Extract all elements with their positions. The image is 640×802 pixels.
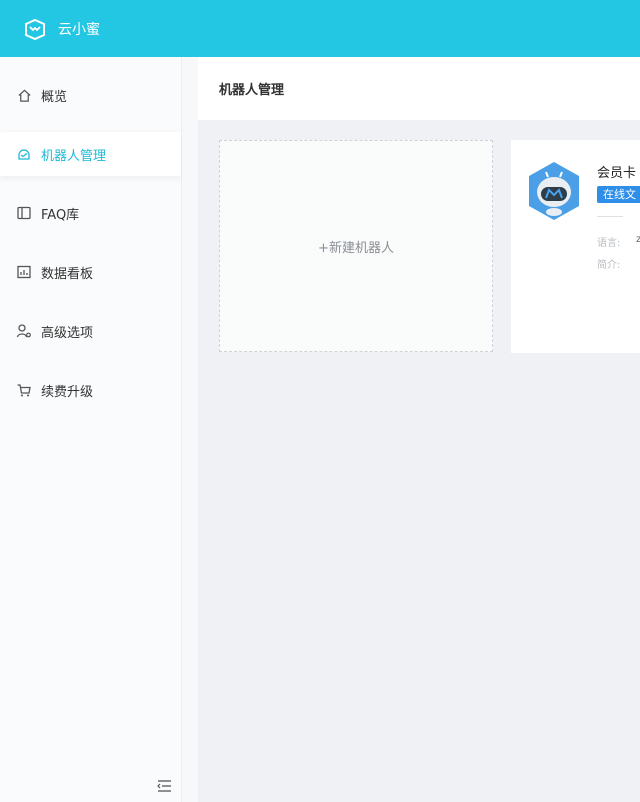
page-header: 机器人管理	[198, 57, 640, 120]
page-title: 机器人管理	[219, 83, 285, 98]
language-label: 语言:	[597, 238, 621, 249]
top-bar: 云小蜜	[0, 0, 640, 57]
robot-avatar-icon	[529, 162, 579, 220]
sidebar-item-dashboard[interactable]: 数据看板	[0, 250, 181, 294]
sidebar-item-label: 续费升级	[41, 384, 94, 400]
sidebar-item-renew-upgrade[interactable]: 续费升级	[0, 368, 181, 412]
sidebar-item-advanced-options[interactable]: 高级选项	[0, 309, 181, 353]
sidebar-item-robot-management[interactable]: 机器人管理	[0, 132, 181, 176]
sidebar-item-label: 数据看板	[41, 266, 94, 282]
sidebar-item-label: 机器人管理	[41, 148, 107, 164]
cart-icon	[16, 382, 32, 398]
robot-icon	[16, 146, 32, 162]
robot-type-badge: 在线文	[597, 186, 640, 203]
dashboard-icon	[16, 264, 32, 280]
book-icon	[16, 205, 32, 221]
new-robot-card[interactable]: +新建机器人	[219, 140, 493, 352]
language-value: z	[636, 234, 640, 245]
sidebar-item-label: FAQ库	[41, 207, 80, 223]
brand-logo-icon[interactable]	[22, 16, 48, 42]
sidebar-item-label: 高级选项	[41, 325, 94, 341]
new-robot-label: +新建机器人	[318, 240, 394, 256]
sidebar-item-label: 概览	[41, 89, 68, 105]
robot-card[interactable]: 会员卡 在线文 语言: z 简介:	[511, 140, 640, 353]
divider	[597, 216, 623, 217]
robot-name: 会员卡	[597, 166, 637, 181]
sidebar-item-overview[interactable]: 概览	[0, 73, 181, 117]
content-gutter	[182, 57, 198, 802]
description-label: 简介:	[597, 260, 621, 271]
collapse-menu-icon[interactable]	[155, 778, 173, 794]
brand-name: 云小蜜	[58, 21, 100, 38]
home-icon	[16, 87, 32, 103]
advanced-options-icon	[16, 323, 32, 339]
sidebar: 概览 机器人管理 FAQ库 数据看板 高级选项 续费升级	[0, 57, 182, 802]
sidebar-item-faq[interactable]: FAQ库	[0, 191, 181, 235]
